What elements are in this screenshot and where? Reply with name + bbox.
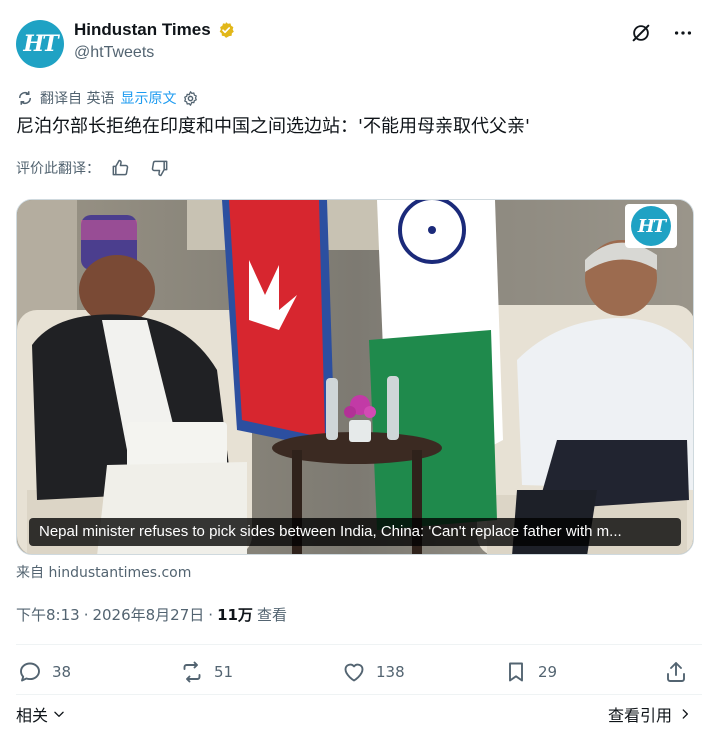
rate-translation-label: 评价此翻译： — [16, 161, 100, 177]
avatar-logo-text: HT — [23, 31, 58, 57]
thumbs-up-icon[interactable] — [110, 158, 130, 178]
heart-icon — [344, 663, 364, 682]
translation-info: 翻译自 英语 显示原文 — [16, 88, 199, 108]
tweet-time[interactable]: 下午8:13 — [16, 604, 80, 625]
retweet-button[interactable]: 51 — [180, 660, 233, 684]
retweet-icon — [183, 661, 201, 683]
handle[interactable]: @htTweets — [74, 44, 235, 62]
tweet-meta: 下午8:13 · 2026年8月27日 · 11万 查看 — [16, 604, 287, 625]
views-label: 查看 — [256, 606, 287, 624]
ht-watermark-logo: HT — [625, 204, 677, 248]
meta-separator: · — [83, 605, 89, 624]
meta-separator: · — [208, 605, 214, 624]
chevron-down-icon — [54, 711, 64, 717]
share-icon — [667, 662, 685, 682]
news-photo — [17, 200, 693, 554]
reply-icon — [20, 662, 40, 682]
translate-icon — [18, 91, 32, 105]
link-card-media[interactable]: HT Nepal minister refuses to pick sides … — [16, 199, 694, 555]
related-dropdown[interactable]: 相关 — [16, 702, 66, 726]
rate-translation: 评价此翻译： — [16, 158, 170, 178]
action-bar: 38 51 138 29 — [16, 660, 702, 688]
link-source[interactable]: 来自 hindustantimes.com — [16, 562, 191, 582]
bookmark-button[interactable]: 29 — [504, 660, 557, 684]
tweet-header: HT Hindustan Times @htTweets — [16, 18, 702, 70]
tweet-text: 尼泊尔部长拒绝在印度和中国之间选边站：'不能用母亲取代父亲' — [16, 116, 530, 137]
author-info: Hindustan Times @htTweets — [74, 20, 235, 62]
settings-gear-icon[interactable] — [182, 90, 199, 107]
view-quotes-label: 查看引用 — [607, 706, 672, 725]
retweet-count: 51 — [214, 663, 234, 681]
chevron-right-icon — [682, 709, 688, 719]
display-name[interactable]: Hindustan Times — [74, 20, 211, 40]
divider — [16, 694, 702, 695]
more-options-icon[interactable] — [672, 22, 694, 44]
reply-count: 38 — [52, 663, 72, 681]
show-original-link[interactable]: 显示原文 — [120, 88, 176, 108]
grok-icon[interactable] — [630, 22, 652, 44]
watermark-logo-text: HT — [637, 215, 666, 237]
share-button[interactable] — [664, 660, 688, 684]
tweet-date[interactable]: 2026年8月27日 — [92, 604, 204, 625]
view-count: 11万 — [217, 606, 253, 624]
thumbs-down-icon[interactable] — [150, 158, 170, 178]
verified-badge-icon[interactable] — [217, 21, 235, 39]
bookmark-icon — [509, 662, 523, 682]
link-card-caption[interactable]: Nepal minister refuses to pick sides bet… — [29, 518, 681, 546]
avatar[interactable]: HT — [16, 20, 64, 68]
translated-from-label: 翻译自 英语 — [40, 91, 115, 107]
reply-button[interactable]: 38 — [18, 660, 71, 684]
like-button[interactable]: 138 — [342, 660, 405, 684]
related-label: 相关 — [16, 706, 49, 725]
divider — [16, 644, 702, 645]
view-quotes-link[interactable]: 查看引用 — [608, 702, 692, 726]
header-actions — [630, 22, 694, 44]
bookmark-count: 29 — [538, 663, 558, 681]
like-count: 138 — [376, 663, 405, 681]
